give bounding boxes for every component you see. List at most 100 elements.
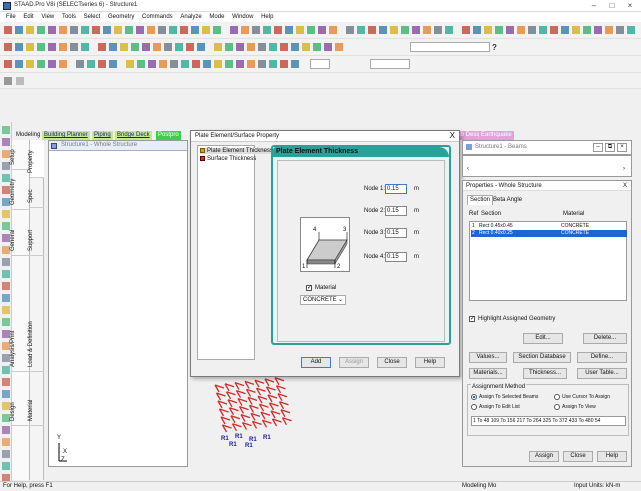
edit-list-input[interactable]: 1 To 48 109 To 156 217 To 264 325 To 372… (471, 416, 626, 426)
menu-file[interactable]: File (6, 12, 16, 22)
maximize-icon[interactable]: □ (605, 1, 619, 10)
side-tool-icon[interactable] (2, 366, 10, 374)
close-button[interactable]: Close (377, 357, 407, 368)
toolbar-tool-icon[interactable] (285, 26, 293, 34)
toolbar-tool-icon[interactable] (324, 43, 332, 51)
menu-geometry[interactable]: Geometry (108, 12, 134, 22)
toolbar-tool-icon[interactable] (170, 60, 178, 68)
toolbar-tool-icon[interactable] (15, 43, 23, 51)
side-tool-icon[interactable] (2, 354, 10, 362)
list-item[interactable]: 2 Rect 0.40x0.25 CONCRETE (471, 230, 627, 237)
toolbar-tool-icon[interactable] (48, 26, 56, 34)
close-icon[interactable]: × (623, 1, 637, 10)
toolbar-tool-icon[interactable] (572, 26, 580, 34)
minimize-icon[interactable]: – (587, 1, 601, 10)
toolbar-tool-icon[interactable] (76, 60, 84, 68)
toolbar-tool-icon[interactable] (181, 60, 189, 68)
toolbar-tool-icon[interactable] (15, 26, 23, 34)
toolbar-tool-icon[interactable] (495, 26, 503, 34)
toolbar-tool-icon[interactable] (506, 26, 514, 34)
toolbar-tool-icon[interactable] (401, 26, 409, 34)
toolbar-tool-icon[interactable] (462, 26, 470, 34)
subtab-property[interactable]: Property (28, 140, 44, 178)
toolbar-tool-icon[interactable] (26, 26, 34, 34)
side-tool-icon[interactable] (2, 186, 10, 194)
side-tool-icon[interactable] (2, 294, 10, 302)
toolbar-tool-icon[interactable] (192, 60, 200, 68)
toolbar-tool-icon[interactable] (225, 43, 233, 51)
toolbar-tool-icon[interactable] (98, 60, 106, 68)
tab-beta-angle[interactable]: Beta Angle (491, 196, 524, 205)
toolbar-tool-icon[interactable] (197, 43, 205, 51)
toolbar-tool-icon[interactable] (214, 43, 222, 51)
add-button[interactable]: Add (301, 357, 331, 368)
toolbar-tool-icon[interactable] (37, 43, 45, 51)
toolbar-tool-icon[interactable] (136, 26, 144, 34)
radio-selected-beams[interactable] (471, 394, 477, 400)
side-tool-icon[interactable] (2, 234, 10, 242)
side-tool-icon[interactable] (2, 198, 10, 206)
toolbar-tool-icon[interactable] (258, 60, 266, 68)
toolbar-tool-icon[interactable] (109, 43, 117, 51)
toolbar-tool-icon[interactable] (103, 26, 111, 34)
main-viewport[interactable]: Structure1 - Whole Structure Y X Z (48, 140, 188, 467)
toolbar-tool-icon[interactable] (4, 43, 12, 51)
toolbar-tool-icon[interactable] (263, 26, 271, 34)
toolbar-tool-icon[interactable] (225, 60, 233, 68)
user-table-button[interactable]: User Table... (577, 368, 627, 379)
toolbar-tool-icon[interactable] (247, 43, 255, 51)
scroll-right-icon[interactable]: › (623, 166, 625, 172)
tree-item-surface-thickness[interactable]: Surface Thickness (200, 156, 256, 162)
toolbar-tool-icon[interactable] (357, 26, 365, 34)
toolbar-tool-icon[interactable] (605, 26, 613, 34)
side-tool-icon[interactable] (2, 342, 10, 350)
dialog-close-icon[interactable]: X (450, 131, 455, 140)
side-tool-icon[interactable] (2, 246, 10, 254)
side-tool-icon[interactable] (2, 414, 10, 422)
assign-beams-button[interactable]: Assign (529, 451, 559, 462)
toolbar-tool-icon[interactable] (302, 43, 310, 51)
toolbar-tool-icon[interactable] (109, 60, 117, 68)
toolbar-tool-icon[interactable] (147, 26, 155, 34)
mode-postprocessing[interactable]: Postpro (156, 131, 181, 140)
toolbar-tool-icon[interactable] (131, 43, 139, 51)
properties-close-icon[interactable]: X (623, 181, 627, 191)
toolbar-tool-icon[interactable] (59, 26, 67, 34)
toolbar-tool-icon[interactable] (247, 60, 255, 68)
menu-view[interactable]: View (41, 12, 54, 22)
side-tool-icon[interactable] (2, 402, 10, 410)
toolbar-tool-icon[interactable] (214, 60, 222, 68)
side-tool-icon[interactable] (2, 270, 10, 278)
properties-close-button[interactable]: Close (563, 451, 593, 462)
side-tool-icon[interactable] (2, 438, 10, 446)
subtab-spec[interactable]: Spec (28, 178, 44, 208)
toolbar-tool-icon[interactable] (539, 26, 547, 34)
toolbar-tool-icon[interactable] (153, 43, 161, 51)
subtab-material[interactable]: Material (28, 372, 44, 426)
toolbar-tool-icon[interactable] (335, 43, 343, 51)
side-tool-icon[interactable] (2, 390, 10, 398)
node-1-thickness-input[interactable]: 0.15 (385, 184, 407, 194)
toolbar-tool-icon[interactable] (37, 26, 45, 34)
side-tool-icon[interactable] (2, 330, 10, 338)
toolbar-tool-icon[interactable] (169, 26, 177, 34)
toolbar-tool-icon[interactable] (291, 43, 299, 51)
toolbar-tool-icon[interactable] (258, 43, 266, 51)
mode-bridge-deck[interactable]: Bridge Deck (115, 131, 152, 140)
menu-help[interactable]: Help (261, 12, 273, 22)
menu-tools[interactable]: Tools (62, 12, 76, 22)
menu-commands[interactable]: Commands (142, 12, 173, 22)
zoom-combo[interactable] (310, 59, 330, 69)
toolbar-tool-icon[interactable] (280, 43, 288, 51)
thickness-button[interactable]: Thickness... (523, 368, 567, 379)
toolbar-tool-icon[interactable] (159, 60, 167, 68)
toolbar-tool-icon[interactable] (26, 43, 34, 51)
toolbar-tool-icon[interactable] (180, 26, 188, 34)
side-tool-icon[interactable] (2, 210, 10, 218)
edit-button[interactable]: Edit... (523, 333, 563, 344)
side-tool-icon[interactable] (2, 138, 10, 146)
toolbar-tool-icon[interactable] (4, 26, 12, 34)
toolbar-tool-icon[interactable] (186, 43, 194, 51)
highlight-geometry-checkbox[interactable]: ✓ (469, 316, 475, 322)
side-tool-icon[interactable] (2, 450, 10, 458)
